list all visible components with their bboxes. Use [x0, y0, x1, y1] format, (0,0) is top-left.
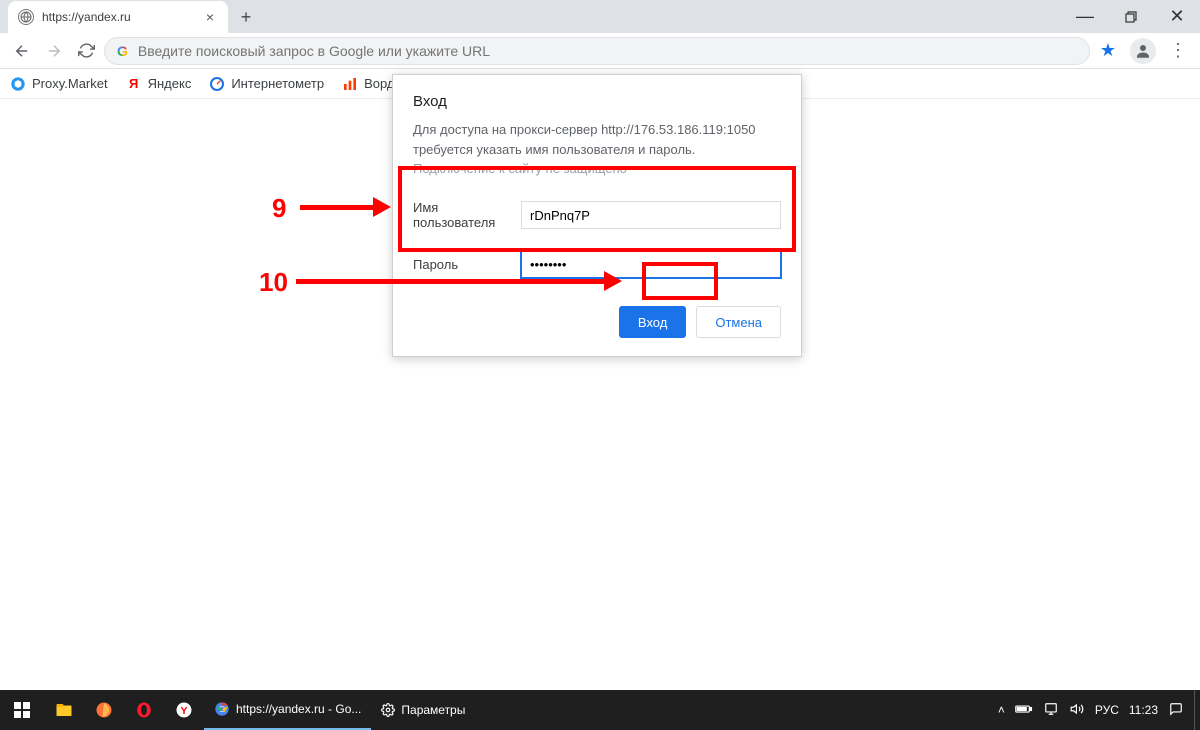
password-input[interactable] — [521, 250, 781, 278]
nav-back-button[interactable] — [8, 37, 36, 65]
annotation-step-10: 10 — [259, 267, 288, 298]
browser-menu-icon[interactable]: ⋮ — [1164, 40, 1192, 61]
username-input[interactable] — [521, 201, 781, 229]
window-maximize-button[interactable] — [1108, 0, 1154, 33]
nav-reload-button[interactable] — [72, 37, 100, 65]
taskbar-settings-task[interactable]: Параметры — [371, 690, 475, 730]
tray-notifications-icon[interactable] — [1168, 702, 1184, 719]
page-content: Вход Для доступа на прокси-сервер http:/… — [0, 99, 1200, 690]
bookmark-proxy-market[interactable]: Proxy.Market — [10, 76, 108, 92]
show-desktop-button[interactable] — [1194, 690, 1200, 730]
annotation-arrow-9 — [300, 205, 375, 210]
tray-network-icon[interactable] — [1043, 702, 1059, 719]
bookmark-label: Proxy.Market — [32, 76, 108, 91]
svg-text:Y: Y — [180, 705, 187, 717]
dialog-message: Для доступа на прокси-сервер http://176.… — [413, 120, 781, 159]
google-icon: G — [117, 43, 128, 59]
tray-language[interactable]: РУС — [1095, 703, 1119, 717]
cancel-label: Отмена — [715, 315, 762, 330]
taskbar-settings-label: Параметры — [401, 703, 465, 717]
submit-label: Вход — [638, 315, 667, 330]
dialog-title: Вход — [413, 93, 781, 110]
username-row: Имя пользователя — [413, 190, 781, 240]
cancel-button[interactable]: Отмена — [696, 306, 781, 338]
annotation-arrowhead-9 — [373, 197, 391, 217]
taskbar-chrome-label: https://yandex.ru - Go... — [236, 702, 361, 716]
window-controls: — ✕ — [1062, 0, 1200, 33]
password-label: Пароль — [413, 257, 521, 272]
taskbar-explorer-icon[interactable] — [44, 690, 84, 730]
bookmark-yandex[interactable]: Я Яндекс — [126, 76, 192, 92]
window-close-button[interactable]: ✕ — [1154, 0, 1200, 33]
tray-battery-icon[interactable] — [1015, 703, 1033, 718]
start-button[interactable] — [0, 690, 44, 730]
browser-tab-strip: https://yandex.ru × + — ✕ — [0, 0, 1200, 33]
window-minimize-button[interactable]: — — [1062, 0, 1108, 33]
submit-button[interactable]: Вход — [619, 306, 686, 338]
tray-volume-icon[interactable] — [1069, 702, 1085, 719]
taskbar-firefox-icon[interactable] — [84, 690, 124, 730]
bookmark-internetometer[interactable]: Интернетометр — [209, 76, 324, 92]
password-row: Пароль — [413, 240, 781, 288]
bookmark-label: Яндекс — [148, 76, 192, 91]
bookmark-label: Интернетометр — [231, 76, 324, 91]
address-bar[interactable]: G — [104, 37, 1090, 65]
yandex-icon: Я — [126, 76, 142, 92]
address-input[interactable] — [138, 43, 1077, 59]
dialog-warning: Подключение к сайту не защищено — [413, 161, 781, 176]
browser-tab-active[interactable]: https://yandex.ru × — [8, 1, 228, 33]
proxy-auth-dialog: Вход Для доступа на прокси-сервер http:/… — [392, 74, 802, 357]
username-label: Имя пользователя — [413, 200, 521, 230]
tray-expand-icon[interactable]: ˄ — [998, 703, 1005, 717]
dialog-actions: Вход Отмена — [413, 306, 781, 338]
taskbar-chrome-task[interactable]: https://yandex.ru - Go... — [204, 690, 371, 730]
bar-chart-icon — [342, 76, 358, 92]
tray-clock[interactable]: 11:23 — [1129, 703, 1158, 717]
gauge-icon — [209, 76, 225, 92]
tab-title: https://yandex.ru — [42, 10, 202, 24]
browser-toolbar: G ★ ⋮ — [0, 33, 1200, 69]
system-tray: ˄ РУС 11:23 — [992, 702, 1190, 719]
annotation-step-9: 9 — [272, 193, 286, 224]
tab-close-icon[interactable]: × — [202, 9, 218, 25]
profile-avatar-icon[interactable] — [1130, 38, 1156, 64]
proxy-market-icon — [10, 76, 26, 92]
bookmark-star-icon[interactable]: ★ — [1094, 40, 1122, 61]
taskbar-yandex-browser-icon[interactable]: Y — [164, 690, 204, 730]
nav-forward-button[interactable] — [40, 37, 68, 65]
taskbar-opera-icon[interactable] — [124, 690, 164, 730]
globe-icon — [18, 9, 34, 25]
windows-taskbar: Y https://yandex.ru - Go... Параметры ˄ … — [0, 690, 1200, 730]
new-tab-button[interactable]: + — [232, 3, 260, 31]
